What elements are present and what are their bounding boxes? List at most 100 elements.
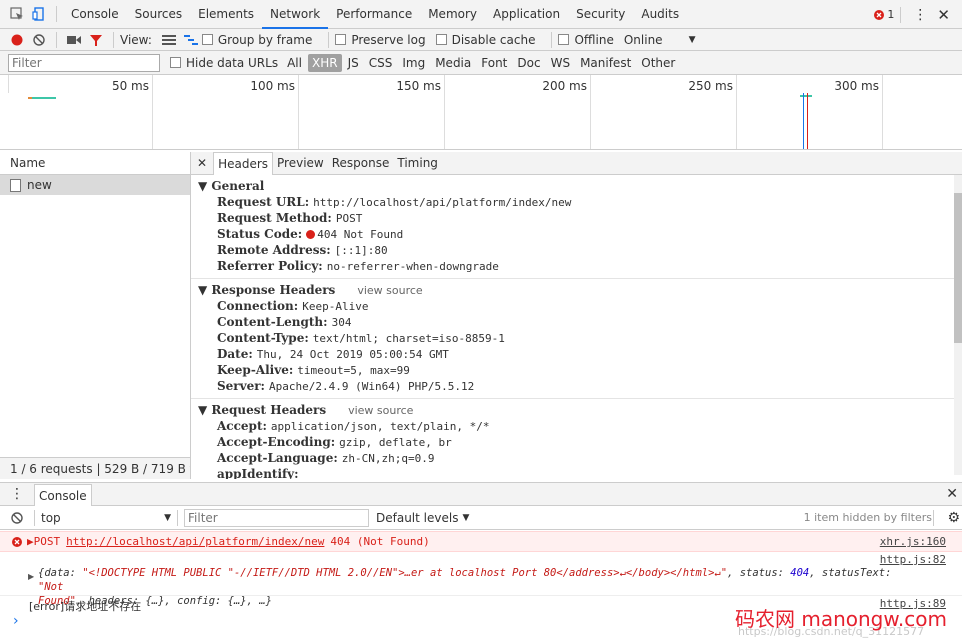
header-row: Connection: Keep-Alive bbox=[198, 298, 962, 314]
tab-security[interactable]: Security bbox=[568, 0, 633, 29]
header-value: no-referrer-when-downgrade bbox=[326, 260, 499, 273]
record-icon[interactable] bbox=[6, 29, 28, 51]
tab-performance[interactable]: Performance bbox=[328, 0, 420, 29]
filter-icon[interactable] bbox=[85, 29, 107, 51]
log-levels-select[interactable]: Default levels ▼ bbox=[376, 511, 469, 525]
tabbar-right: 1 ⋮ ✕ bbox=[874, 0, 954, 29]
group-by-frame-label: Group by frame bbox=[217, 32, 313, 47]
header-key: Date: bbox=[217, 347, 253, 361]
network-overview[interactable]: 50 ms 100 ms 150 ms 200 ms 250 ms 300 ms bbox=[0, 75, 962, 150]
scrollbar-thumb[interactable] bbox=[954, 193, 962, 343]
status-dot-icon bbox=[306, 230, 316, 239]
drawer-menu-icon[interactable]: ⋮ bbox=[0, 486, 34, 502]
filter-type-css[interactable]: CSS bbox=[365, 54, 397, 72]
throttling-select[interactable]: Online ▼ bbox=[624, 33, 696, 47]
device-toolbar-icon[interactable] bbox=[28, 3, 50, 25]
console-filter-input[interactable] bbox=[184, 508, 369, 527]
drawer-tab-console[interactable]: Console bbox=[34, 484, 92, 506]
object-status-text-value: "Not bbox=[38, 581, 64, 593]
header-value: text/html; charset=iso-8859-1 bbox=[312, 332, 505, 345]
detail-tab-headers[interactable]: Headers bbox=[213, 152, 274, 175]
tab-memory[interactable]: Memory bbox=[420, 0, 485, 29]
header-row: Status Code: 404 Not Found bbox=[198, 226, 962, 242]
filter-type-xhr[interactable]: XHR bbox=[307, 53, 342, 72]
filter-type-media[interactable]: Media bbox=[431, 54, 475, 72]
header-key: Accept: bbox=[217, 419, 267, 433]
checkbox-box[interactable] bbox=[335, 34, 347, 45]
expand-arrow-icon[interactable]: ▶ bbox=[28, 572, 34, 581]
detail-tab-timing[interactable]: Timing bbox=[393, 152, 442, 175]
filter-type-all[interactable]: All bbox=[283, 54, 306, 72]
clear-console-icon[interactable] bbox=[6, 507, 28, 529]
console-settings-icon[interactable]: ⚙ bbox=[947, 510, 960, 526]
timeline-tick-label: 200 ms bbox=[542, 79, 587, 93]
tab-console[interactable]: Console bbox=[63, 0, 127, 29]
tab-elements[interactable]: Elements bbox=[190, 0, 262, 29]
tab-sources[interactable]: Sources bbox=[127, 0, 190, 29]
close-devtools-icon[interactable]: ✕ bbox=[933, 6, 954, 24]
error-source-link[interactable]: xhr.js:160 bbox=[880, 535, 946, 548]
close-drawer-icon[interactable]: ✕ bbox=[946, 486, 958, 502]
header-key: Request Method: bbox=[217, 211, 332, 225]
tab-application[interactable]: Application bbox=[485, 0, 568, 29]
checkbox-box[interactable] bbox=[201, 34, 213, 45]
error-url-link[interactable]: http://localhost/api/platform/index/new bbox=[66, 535, 324, 548]
overview-waterfall-icon[interactable] bbox=[180, 29, 202, 51]
hide-data-urls-checkbox[interactable]: Hide data URLs bbox=[170, 56, 278, 70]
capture-screenshots-icon[interactable] bbox=[63, 29, 85, 51]
filter-type-js[interactable]: JS bbox=[344, 54, 363, 72]
checkbox-box[interactable] bbox=[435, 34, 447, 45]
name-column-header[interactable]: Name bbox=[0, 152, 190, 175]
disable-cache-checkbox[interactable]: Disable cache bbox=[435, 33, 535, 47]
object-source-link[interactable]: http.js:82 bbox=[880, 553, 946, 566]
error-status: 404 (Not Found) bbox=[330, 535, 430, 548]
overview-bar bbox=[28, 97, 56, 99]
expand-arrow-icon[interactable]: ▶ bbox=[27, 535, 34, 548]
inspect-element-icon[interactable] bbox=[6, 3, 28, 25]
header-key: Accept-Encoding: bbox=[217, 435, 336, 449]
large-rows-icon[interactable] bbox=[158, 29, 180, 51]
header-key: Server: bbox=[217, 379, 265, 393]
general-section: ▼ General Request URL: http://localhost/a… bbox=[191, 175, 962, 279]
header-row: Referrer Policy: no-referrer-when-downgra… bbox=[198, 258, 962, 274]
dom-content-loaded-line bbox=[803, 93, 804, 149]
clear-icon[interactable] bbox=[28, 29, 50, 51]
panel-tabs: Console Sources Elements Network Performance… bbox=[63, 0, 687, 29]
detail-tab-response[interactable]: Response bbox=[328, 152, 394, 175]
hide-data-urls-label: Hide data URLs bbox=[186, 55, 279, 70]
general-toggle[interactable]: ▼ General bbox=[198, 178, 962, 194]
more-menu-icon[interactable]: ⋮ bbox=[907, 7, 933, 23]
detail-tab-preview[interactable]: Preview bbox=[273, 152, 328, 175]
filter-type-ws[interactable]: WS bbox=[547, 54, 574, 72]
detail-scrollbar[interactable] bbox=[954, 175, 962, 475]
timeline-gridline bbox=[8, 75, 9, 93]
filter-input[interactable] bbox=[8, 53, 160, 72]
tab-audits[interactable]: Audits bbox=[633, 0, 687, 29]
close-detail-icon[interactable]: ✕ bbox=[191, 156, 213, 170]
request-headers-toggle[interactable]: ▼ Request Headers view source bbox=[198, 402, 962, 418]
offline-checkbox[interactable]: Offline bbox=[558, 33, 614, 47]
filter-type-font[interactable]: Font bbox=[477, 54, 511, 72]
header-value: Thu, 24 Oct 2019 05:00:54 GMT bbox=[256, 348, 449, 361]
checkbox-box[interactable] bbox=[558, 34, 570, 45]
response-view-source-link[interactable]: view source bbox=[357, 284, 422, 297]
console-error-message: ▶ POST http://localhost/api/platform/ind… bbox=[0, 531, 962, 552]
filter-type-manifest[interactable]: Manifest bbox=[576, 54, 635, 72]
filter-type-img[interactable]: Img bbox=[398, 54, 429, 72]
header-row: appIdentify: bbox=[198, 466, 962, 479]
tab-network[interactable]: Network bbox=[262, 0, 329, 29]
request-view-source-link[interactable]: view source bbox=[348, 404, 413, 417]
checkbox-box[interactable] bbox=[170, 57, 181, 68]
error-badge[interactable]: 1 bbox=[874, 8, 894, 21]
resource-type-filters: All XHR JS CSS Img Media Font Doc WS Manifest Othe… bbox=[283, 53, 681, 72]
context-select[interactable]: top ▼ bbox=[41, 511, 171, 525]
request-row[interactable]: new bbox=[0, 175, 190, 195]
header-row: Accept-Language: zh-CN,zh;q=0.9 bbox=[198, 450, 962, 466]
error-circle-icon bbox=[12, 536, 22, 547]
error-circle-icon bbox=[874, 9, 885, 20]
preserve-log-checkbox[interactable]: Preserve log bbox=[335, 33, 426, 47]
response-headers-toggle[interactable]: ▼ Response Headers view source bbox=[198, 282, 962, 298]
group-by-frame-checkbox[interactable]: Group by frame bbox=[201, 32, 313, 47]
filter-type-doc[interactable]: Doc bbox=[513, 54, 544, 72]
filter-type-other[interactable]: Other bbox=[637, 54, 679, 72]
